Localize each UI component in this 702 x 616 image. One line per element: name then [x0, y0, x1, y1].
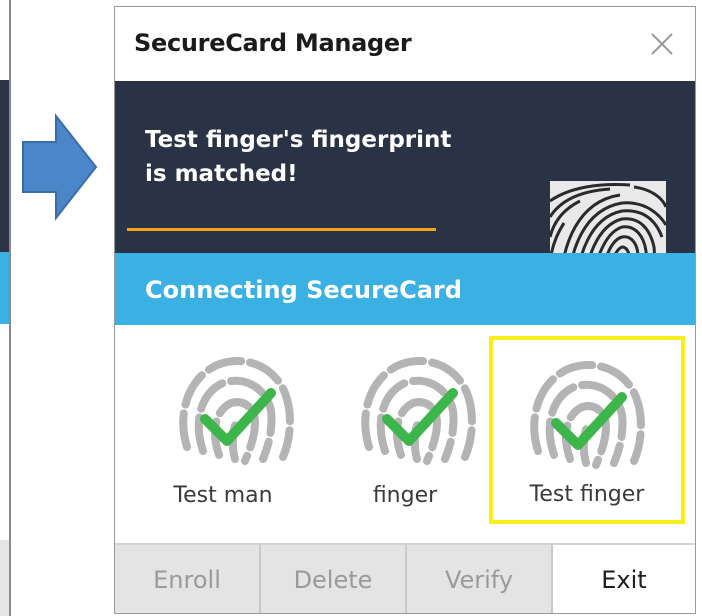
dialog-title: SecureCard Manager	[134, 29, 412, 57]
enroll-button[interactable]: Enroll	[115, 543, 261, 613]
title-bar: SecureCard Manager	[115, 7, 695, 81]
right-arrow-icon	[22, 113, 98, 221]
background-window-edge	[0, 0, 11, 616]
fingerprint-check-icon	[530, 361, 645, 469]
action-button-bar: Enroll Delete Verify Exit	[115, 543, 695, 613]
securecard-manager-dialog: SecureCard Manager Test finger's fingerp…	[114, 6, 696, 614]
verify-button[interactable]: Verify	[407, 543, 553, 613]
fingerprint-check-icon	[361, 357, 476, 465]
background-window-buttons	[0, 540, 9, 616]
match-message-line2: is matched!	[145, 161, 298, 187]
delete-button[interactable]: Delete	[261, 543, 407, 613]
background-window-status	[0, 252, 9, 324]
user-name: finger	[372, 483, 438, 508]
enrolled-users-list: Test man finger Test finger	[115, 325, 695, 543]
background-window-banner	[0, 80, 9, 252]
status-text: Connecting SecureCard	[145, 276, 462, 304]
exit-button[interactable]: Exit	[553, 543, 695, 613]
user-name: Test finger	[529, 482, 645, 507]
user-item-test-finger-selected[interactable]: Test finger	[489, 336, 685, 524]
highlight-underline	[127, 228, 436, 231]
status-bar: Connecting SecureCard	[115, 253, 695, 325]
user-item-finger[interactable]: finger	[315, 325, 495, 535]
fingerprint-check-icon	[179, 357, 294, 465]
user-item-test-man[interactable]: Test man	[133, 325, 313, 535]
match-banner: Test finger's fingerprint is matched!	[115, 81, 695, 297]
close-icon[interactable]	[647, 29, 677, 59]
match-message-line1: Test finger's fingerprint	[145, 127, 452, 153]
user-name: Test man	[173, 483, 273, 508]
